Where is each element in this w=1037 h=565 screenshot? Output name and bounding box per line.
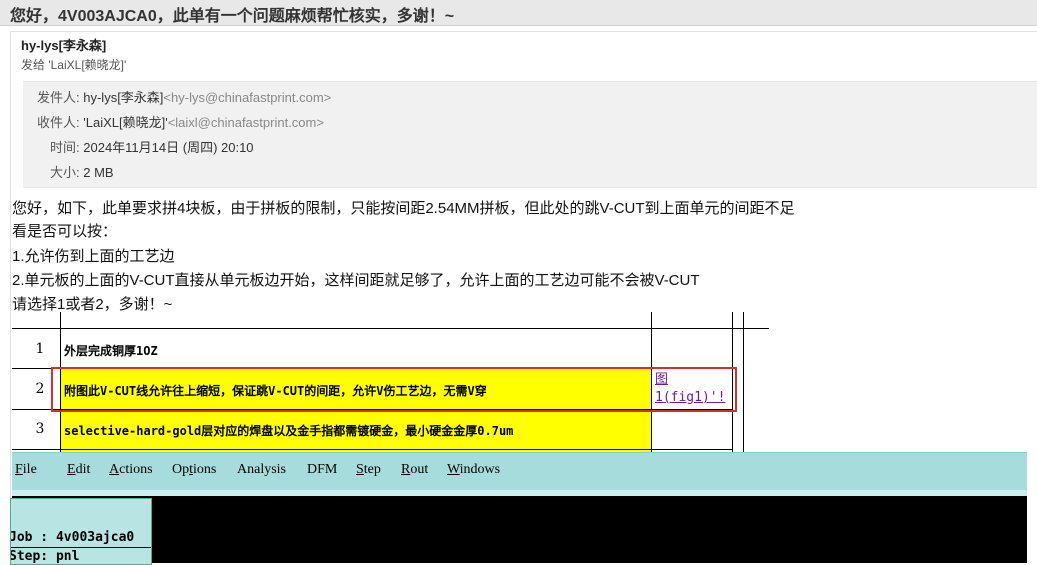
meta-size-value: 2 MB bbox=[83, 165, 114, 180]
menu-file[interactable]: File bbox=[15, 462, 37, 478]
job-separator bbox=[11, 547, 151, 548]
sender-recipient-summary: 发给 'LaiXL[赖晓龙]' bbox=[21, 58, 127, 72]
body-line-1: 您好，如下，此单要求拼4块板，由于拼板的限制，只能按间距2.54MM拼板，但此处… bbox=[12, 200, 795, 217]
menu-dfm[interactable]: DFM bbox=[307, 462, 337, 478]
row-3-text: selective-hard-gold层对应的焊盘以及金手指都需镀硬金，最小硬金… bbox=[64, 424, 514, 438]
requirements-table: 1 2 3 外层完成铜厚1OZ 附图此V-CUT线允许往上缩短，保证跳V-CUT… bbox=[12, 281, 772, 458]
meta-from-name[interactable]: hy-lys[李永森] bbox=[83, 90, 163, 105]
meta-from-label: 发件人: bbox=[37, 90, 80, 105]
app-menubar: File Edit Actions Options Analysis DFM S… bbox=[12, 452, 1027, 491]
meta-to-name[interactable]: 'LaiXL[赖晓龙]' bbox=[83, 115, 167, 130]
subject-bar: 您好，4V003AJCA0，此单有一个问题麻烦帮忙核实，多谢！~ bbox=[0, 0, 1037, 26]
highlight-red-box bbox=[51, 367, 737, 412]
menu-edit[interactable]: Edit bbox=[67, 462, 90, 478]
menu-options[interactable]: Options bbox=[172, 462, 216, 478]
meta-time-value: 2024年11月14日 (周四) 20:10 bbox=[83, 140, 254, 155]
body-line-2: 看是否可以按： bbox=[12, 223, 118, 240]
meta-size-label: 大小: bbox=[50, 165, 80, 180]
step-line: Step: pnl bbox=[10, 549, 80, 564]
row-1-text: 外层完成铜厚1OZ bbox=[64, 344, 158, 358]
menu-rout[interactable]: Rout bbox=[401, 462, 428, 478]
row-1-number: 1 bbox=[35, 341, 45, 357]
email-subject: 您好，4V003AJCA0，此单有一个问题麻烦帮忙核实，多谢！~ bbox=[10, 8, 455, 25]
menu-actions[interactable]: Actions bbox=[109, 462, 153, 478]
meta-time-label: 时间: bbox=[50, 140, 80, 155]
meta-from-addr[interactable]: <hy-lys@chinafastprint.com> bbox=[163, 90, 331, 105]
meta-size: 大小: 2 MB bbox=[50, 162, 114, 181]
meta-to: 收件人: 'LaiXL[赖晓龙]'<laixl@chinafastprint.c… bbox=[37, 112, 324, 131]
row-3-number: 3 bbox=[35, 421, 45, 437]
meta-from: 发件人: hy-lys[李永森]<hy-lys@chinafastprint.c… bbox=[37, 87, 331, 106]
body-line-3: 1.允许伤到上面的工艺边 bbox=[12, 248, 175, 265]
meta-time: 时间: 2024年11月14日 (周四) 20:10 bbox=[50, 137, 254, 156]
menu-analysis[interactable]: Analysis bbox=[237, 462, 286, 478]
table-row-divider bbox=[12, 449, 732, 450]
table-top-border bbox=[12, 328, 769, 329]
job-info-panel: Job : 4v003ajca0 Step: pnl bbox=[10, 498, 152, 565]
menu-windows[interactable]: Windows bbox=[447, 462, 500, 478]
table-col-divider bbox=[743, 312, 744, 458]
meta-to-label: 收件人: bbox=[37, 115, 80, 130]
sender-name[interactable]: hy-lys[李永森] bbox=[21, 35, 106, 54]
job-line: Job : 4v003ajca0 bbox=[10, 530, 135, 545]
menu-step[interactable]: Step bbox=[356, 462, 381, 478]
mail-meta-box: 发件人: hy-lys[李永森]<hy-lys@chinafastprint.c… bbox=[23, 81, 1037, 188]
meta-to-addr[interactable]: <laixl@chinafastprint.com> bbox=[168, 115, 324, 130]
app-canvas[interactable] bbox=[12, 496, 1027, 563]
